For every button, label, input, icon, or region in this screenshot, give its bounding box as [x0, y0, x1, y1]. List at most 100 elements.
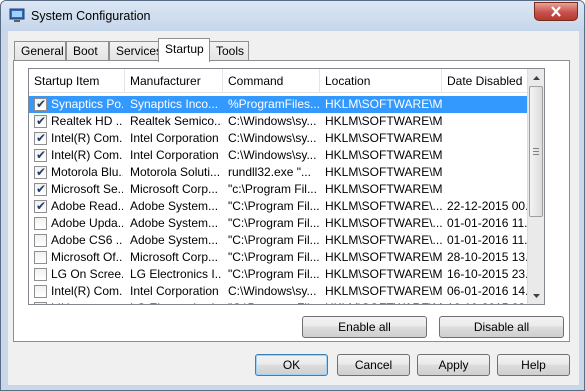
tab-general[interactable]: General [14, 41, 66, 61]
command-cell: "C:\Program Fil... [228, 216, 320, 230]
command-cell: "c:\Program Fil... [228, 182, 317, 196]
startup-item-checkbox[interactable]: ✔ [34, 131, 47, 145]
command-cell: rundll32.exe "... [228, 165, 311, 179]
table-row[interactable]: Microsoft Of... Microsoft Corp... "C:\Prog… [29, 249, 544, 266]
enable-all-button[interactable]: Enable all [302, 316, 427, 338]
column-header-manufacturer[interactable]: Manufacturer [125, 69, 223, 93]
manufacturer-cell: LG Electronics I... [130, 267, 222, 281]
table-row[interactable]: Adobe CS6 ... Adobe System... "C:\Program … [29, 232, 544, 249]
location-cell: HKLM\SOFTWARE\... [325, 233, 443, 247]
manufacturer-cell: Adobe System... [130, 199, 219, 213]
location-cell: HKLM\SOFTWARE\M... [325, 301, 443, 304]
date-disabled-cell: 16-10-2015 23... [447, 267, 529, 281]
startup-item-cell: Intel(R) Com... [51, 131, 123, 145]
tab-tools[interactable]: Tools [209, 41, 249, 61]
scroll-thumb[interactable] [529, 86, 543, 217]
table-row[interactable]: LIU LG Electronics I... "C:\Program Fil...… [29, 300, 544, 304]
chevron-up-icon [532, 75, 540, 80]
checkmark-icon: ✔ [36, 165, 47, 179]
window-title: System Configuration [31, 9, 151, 23]
manufacturer-cell: LG Electronics I... [130, 301, 222, 304]
date-disabled-cell: 16-10-2015 23... [447, 301, 529, 304]
startup-item-checkbox[interactable] [34, 217, 47, 230]
date-disabled-cell [447, 97, 529, 112]
manufacturer-cell: Motorola Soluti... [130, 165, 221, 179]
date-disabled-cell [447, 148, 529, 163]
checkmark-icon: ✔ [36, 199, 47, 213]
startup-item-checkbox[interactable] [34, 268, 47, 281]
command-cell: "C:\Program Fil... [228, 199, 320, 213]
column-header-startup-item[interactable]: Startup Item [29, 69, 125, 93]
startup-item-checkbox[interactable]: ✔ [34, 148, 47, 162]
startup-item-cell: Adobe CS6 ... [51, 233, 123, 247]
location-cell: HKLM\SOFTWARE\M... [325, 267, 443, 281]
location-cell: HKLM\SOFTWARE\M... [325, 165, 443, 179]
table-row[interactable]: ✔ Intel(R) Com... Intel Corporation C:\Wind… [29, 147, 544, 164]
command-cell: C:\Windows\sy... [228, 284, 317, 298]
ok-button[interactable]: OK [255, 354, 328, 376]
tab-label: Boot [73, 44, 98, 58]
startup-item-checkbox[interactable] [34, 285, 47, 298]
table-row[interactable]: ✔ Adobe Read... Adobe System... "C:\Program… [29, 198, 544, 215]
startup-item-checkbox[interactable] [34, 302, 47, 304]
tab-boot[interactable]: Boot [66, 41, 109, 61]
scroll-down-arrow[interactable] [528, 287, 544, 304]
startup-item-cell: Realtek HD ... [51, 114, 123, 128]
startup-item-checkbox[interactable] [34, 234, 47, 247]
date-disabled-cell [447, 165, 529, 180]
vertical-scrollbar[interactable] [527, 69, 544, 304]
system-configuration-window: System Configuration General Boot Servic… [0, 0, 585, 391]
startup-item-cell: Intel(R) Com... [51, 148, 123, 162]
startup-item-checkbox[interactable] [34, 251, 47, 264]
command-cell: "C:\Program Fil... [228, 267, 320, 281]
startup-item-checkbox[interactable]: ✔ [34, 97, 47, 111]
table-row[interactable]: ✔ Intel(R) Com... Intel Corporation C:\Wind… [29, 130, 544, 147]
manufacturer-cell: Synaptics Inco... [130, 97, 219, 111]
help-button[interactable]: Help [497, 354, 570, 376]
startup-item-cell: Synaptics Po... [51, 97, 123, 111]
scroll-up-arrow[interactable] [528, 69, 544, 86]
table-row[interactable]: ✔ Realtek HD ... Realtek Semico... C:\Windo… [29, 113, 544, 130]
close-button[interactable] [534, 2, 578, 21]
location-cell: HKLM\SOFTWARE\M... [325, 131, 443, 145]
checkmark-icon: ✔ [36, 182, 47, 196]
tab-label: Services [116, 44, 163, 58]
startup-items-list[interactable]: Startup Item Manufacturer Command Locati… [28, 68, 545, 305]
column-header-command[interactable]: Command [223, 69, 320, 93]
manufacturer-cell: Microsoft Corp... [130, 182, 219, 196]
startup-item-checkbox[interactable]: ✔ [34, 182, 47, 196]
startup-item-cell: Motorola Blu... [51, 165, 123, 179]
table-row[interactable]: ✔ Motorola Blu... Motorola Soluti... rundll… [29, 164, 544, 181]
manufacturer-cell: Adobe System... [130, 216, 219, 230]
table-row[interactable]: Intel(R) Com... Intel Corporation C:\Windo… [29, 283, 544, 300]
checkmark-icon: ✔ [36, 114, 47, 128]
date-disabled-cell: 06-01-2016 14... [447, 284, 529, 298]
table-row[interactable]: Adobe Upda... Adobe System... "C:\Program … [29, 215, 544, 232]
column-header-location[interactable]: Location [320, 69, 442, 93]
tab-label: Startup [165, 42, 204, 56]
close-icon [551, 6, 561, 17]
table-row[interactable]: LG On Scree... LG Electronics I... "C:\Pro… [29, 266, 544, 283]
checkmark-icon: ✔ [36, 131, 47, 145]
title-bar[interactable]: System Configuration [1, 1, 584, 31]
column-header-date-disabled[interactable]: Date Disabled [442, 69, 530, 93]
location-cell: HKLM\SOFTWARE\M... [325, 284, 443, 298]
tab-startup[interactable]: Startup [158, 38, 210, 62]
tab-services[interactable]: Services [109, 41, 163, 61]
system-config-icon [9, 8, 25, 22]
apply-button[interactable]: Apply [417, 354, 490, 376]
command-cell: "C:\Program Fil... [228, 250, 320, 264]
command-cell: C:\Windows\sy... [228, 114, 317, 128]
table-row[interactable]: ✔ Microsoft Se... Microsoft Corp... "c:\Pro… [29, 181, 544, 198]
disable-all-button[interactable]: Disable all [439, 316, 564, 338]
startup-item-checkbox[interactable]: ✔ [34, 114, 47, 128]
cancel-button[interactable]: Cancel [337, 354, 410, 376]
location-cell: HKLM\SOFTWARE\M... [325, 182, 443, 196]
date-disabled-cell [447, 114, 529, 129]
startup-item-checkbox[interactable]: ✔ [34, 165, 47, 179]
table-row[interactable]: ✔ Synaptics Po... Synaptics Inco... %Progra… [29, 96, 544, 113]
date-disabled-cell: 22-12-2015 00... [447, 199, 529, 213]
startup-item-cell: Intel(R) Com... [51, 284, 123, 298]
startup-item-checkbox[interactable]: ✔ [34, 199, 47, 213]
location-cell: HKLM\SOFTWARE\M... [325, 250, 443, 264]
